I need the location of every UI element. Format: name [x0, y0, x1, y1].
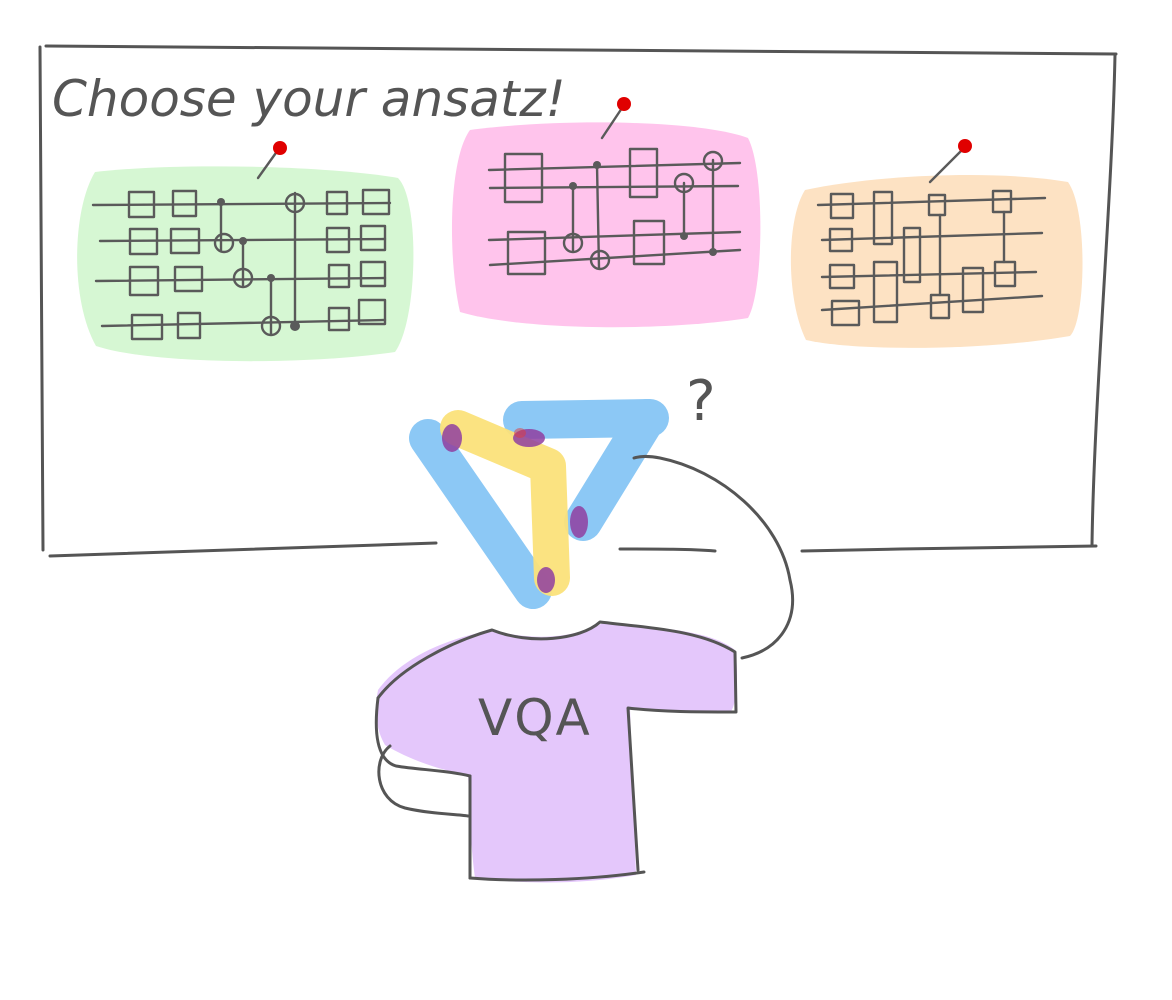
board-title: Choose your ansatz!: [52, 70, 566, 128]
circuit-card-green: [77, 141, 414, 362]
logo-head-icon: [409, 399, 669, 609]
shirt-label: VQA: [478, 689, 592, 747]
circuit-card-pink: [451, 97, 761, 328]
sketch-illustration: Choose your ansatz! ? VQA: [38, 44, 1118, 883]
circuit-card-orange: [790, 139, 1083, 348]
question-mark: ?: [686, 369, 716, 434]
